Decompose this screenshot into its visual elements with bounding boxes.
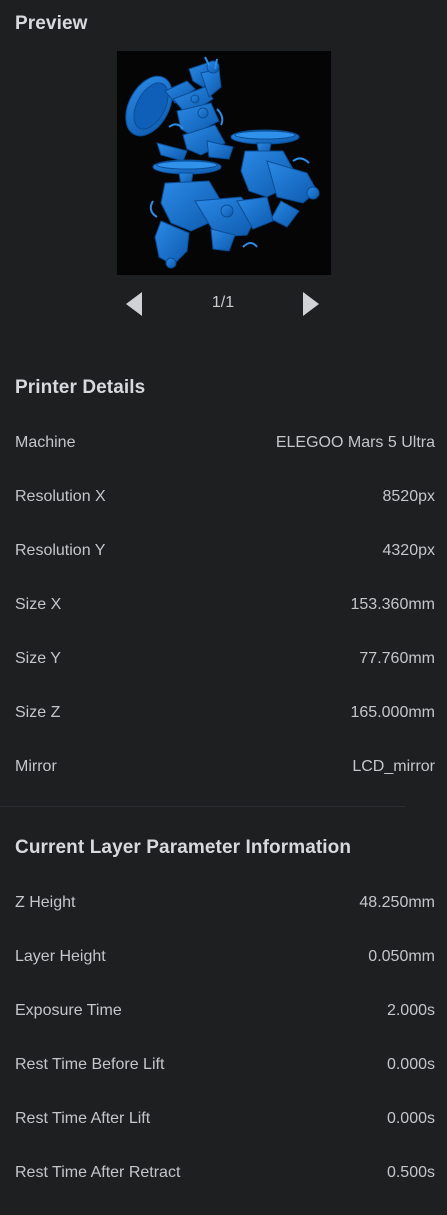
row-label: Machine <box>15 434 76 451</box>
printer-detail-row-size-y: Size Y 77.760mm <box>15 644 435 674</box>
row-value: 0.000s <box>386 1110 435 1127</box>
layer-info-row-rest-after-retract: Rest Time After Retract 0.500s <box>15 1158 435 1188</box>
row-label: Layer Height <box>15 948 106 965</box>
row-label: Resolution X <box>15 488 106 505</box>
row-value: 8520px <box>382 488 436 505</box>
row-label: Size Z <box>15 704 61 721</box>
layer-info-row-rest-after-lift: Rest Time After Lift 0.000s <box>15 1104 435 1134</box>
printer-detail-row-resolution-x: Resolution X 8520px <box>15 482 435 512</box>
row-value: 0.050mm <box>368 948 435 965</box>
row-value: 0.000s <box>386 1056 435 1073</box>
layer-info-row-rest-before-lift: Rest Time Before Lift 0.000s <box>15 1050 435 1080</box>
row-value: 4320px <box>382 542 436 559</box>
section-divider <box>0 806 405 807</box>
printer-detail-row-resolution-y: Resolution Y 4320px <box>15 536 435 566</box>
row-label: Size X <box>15 596 62 613</box>
model-preview-image <box>117 51 331 275</box>
row-value: 0.500s <box>386 1164 435 1181</box>
layer-info-row-exposure-time: Exposure Time 2.000s <box>15 996 435 1026</box>
chevron-left-icon[interactable] <box>124 291 144 317</box>
page-indicator: 1/1 <box>211 294 235 311</box>
printer-details-title: Printer Details <box>15 377 146 398</box>
row-value: 165.000mm <box>350 704 436 721</box>
printer-detail-row-size-x: Size X 153.360mm <box>15 590 435 620</box>
row-value: 77.760mm <box>359 650 435 667</box>
row-label: Rest Time After Lift <box>15 1110 151 1127</box>
row-label: Size Y <box>15 650 61 667</box>
row-label: Exposure Time <box>15 1002 122 1019</box>
preview-pager: 1/1 <box>0 287 447 321</box>
layer-info-row-z-height: Z Height 48.250mm <box>15 888 435 918</box>
row-label: Resolution Y <box>15 542 106 559</box>
preview-title: Preview <box>15 13 88 34</box>
row-value: LCD_mirror <box>352 758 435 775</box>
printer-detail-row-mirror: Mirror LCD_mirror <box>15 752 435 782</box>
row-label: Z Height <box>15 894 76 911</box>
row-value: 153.360mm <box>350 596 436 613</box>
row-value: 2.000s <box>386 1002 435 1019</box>
row-label: Rest Time Before Lift <box>15 1056 165 1073</box>
chevron-right-icon[interactable] <box>301 291 321 317</box>
row-value: 48.250mm <box>359 894 435 911</box>
printer-detail-row-machine: Machine ELEGOO Mars 5 Ultra <box>15 428 435 458</box>
resin-model-thumbnail <box>125 56 320 269</box>
row-value: ELEGOO Mars 5 Ultra <box>275 434 435 451</box>
layer-info-title: Current Layer Parameter Information <box>15 837 352 858</box>
layer-info-row-layer-height: Layer Height 0.050mm <box>15 942 435 972</box>
row-label: Rest Time After Retract <box>15 1164 181 1181</box>
row-label: Mirror <box>15 758 57 775</box>
printer-detail-row-size-z: Size Z 165.000mm <box>15 698 435 728</box>
